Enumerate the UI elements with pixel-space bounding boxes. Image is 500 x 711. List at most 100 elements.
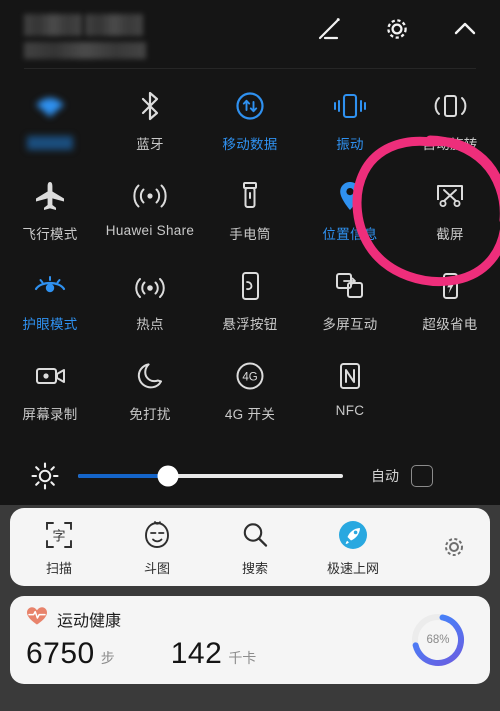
tile-nfc[interactable]: NFC: [300, 348, 400, 438]
brightness-slider[interactable]: [78, 465, 343, 487]
header-icon-group: [312, 12, 482, 46]
health-title: 运动健康: [57, 612, 122, 630]
shortcut-label: 极速上网: [326, 560, 379, 576]
tile-row: 护眼模式 热点 悬浮按钮 多屏互动 超级省电: [0, 258, 500, 348]
tile-row: 屏幕录制 免打扰 4G 4G 开关 NFC: [0, 348, 500, 438]
shortcut-label: 斗图: [143, 560, 170, 576]
scan-text-icon: 字: [44, 518, 74, 552]
health-ring-percent: 68%: [426, 634, 450, 646]
mobile-data-icon: [233, 86, 267, 126]
tile-floating-button[interactable]: 悬浮按钮: [200, 258, 300, 348]
tile-huawei-share[interactable]: Huawei Share: [100, 168, 200, 258]
shortcut-search[interactable]: 搜索: [206, 518, 304, 577]
tile-bluetooth[interactable]: 蓝牙: [100, 78, 200, 168]
tile-location[interactable]: 位置信息: [300, 168, 400, 258]
multi-screen-icon: [333, 266, 367, 306]
calories-unit: 千卡: [228, 650, 257, 666]
tile-label: 免打扰: [129, 407, 171, 422]
tile-screenshot[interactable]: 截屏: [400, 168, 500, 258]
health-card[interactable]: 运动健康 6750 步 142 千卡 68%: [10, 596, 490, 684]
fast-internet-rocket-icon: [337, 518, 369, 552]
wlan-icon: [32, 86, 68, 126]
panel-header: [0, 0, 500, 70]
tile-multi-screen[interactable]: 多屏互动: [300, 258, 400, 348]
settings-gear-icon[interactable]: [380, 12, 414, 46]
auto-rotate-icon: [430, 86, 470, 126]
tile-do-not-disturb[interactable]: 免打扰: [100, 348, 200, 438]
do-not-disturb-moon-icon: [134, 356, 166, 396]
svg-text:4G: 4G: [242, 372, 257, 384]
health-progress-ring: 68%: [408, 610, 468, 670]
edit-icon[interactable]: [312, 12, 346, 46]
tile-label: 护眼模式: [22, 317, 78, 332]
shortcuts-gear-icon[interactable]: [440, 533, 468, 561]
huawei-share-icon: [131, 176, 169, 216]
nfc-icon: [335, 356, 365, 396]
header-divider: [24, 68, 476, 69]
shortcut-label: 扫描: [45, 560, 72, 576]
meme-face-icon: [141, 518, 173, 552]
heartbeat-icon: [26, 606, 48, 631]
calories-value: 142: [170, 637, 223, 670]
four-g-toggle-icon: 4G: [233, 356, 267, 396]
floating-button-icon: [236, 266, 264, 306]
steps-value: 6750: [26, 637, 95, 670]
user-name-redacted: [24, 14, 82, 36]
vibrate-icon: [331, 86, 369, 126]
brightness-slider-thumb[interactable]: [157, 465, 179, 487]
tile-screen-record[interactable]: 屏幕录制: [0, 348, 100, 438]
shortcut-fast-internet[interactable]: 极速上网: [304, 518, 402, 577]
tile-label: 自动旋转: [422, 137, 478, 152]
tile-row: 飞行模式 Huawei Share 手电筒 位置信息 截屏: [0, 168, 500, 258]
tile-label: 位置信息: [322, 227, 378, 242]
tile-ultra-power-saving[interactable]: 超级省电: [400, 258, 500, 348]
location-pin-icon: [335, 176, 365, 216]
tile-label: 4G 开关: [224, 407, 276, 422]
user-name-redacted-2: [85, 14, 143, 36]
collapse-chevron-up-icon[interactable]: [448, 12, 482, 46]
brightness-slider-fill: [78, 474, 169, 478]
hotspot-icon: [133, 266, 167, 306]
search-magnifier-icon: [240, 518, 270, 552]
auto-brightness-label: 自动: [371, 468, 399, 484]
shortcuts-card: 字 扫描 斗图 搜索 极速上网: [10, 508, 490, 586]
tile-mobile-data[interactable]: 移动数据: [200, 78, 300, 168]
health-stats: 6750 步 142 千卡: [26, 637, 474, 671]
tile-4g-toggle[interactable]: 4G 4G 开关: [200, 348, 300, 438]
svg-text:字: 字: [52, 529, 65, 544]
tile-label: 移动数据: [222, 137, 278, 152]
tile-flashlight[interactable]: 手电筒: [200, 168, 300, 258]
tile-label: NFC: [335, 403, 365, 418]
flashlight-icon: [236, 176, 264, 216]
tile-label: 飞行模式: [22, 227, 78, 242]
tile-label: 手电筒: [229, 227, 271, 242]
tile-label: Huawei Share: [105, 223, 195, 238]
tile-hotspot[interactable]: 热点: [100, 258, 200, 348]
tile-label: 振动: [336, 137, 364, 152]
quick-settings-panel: WLAN 蓝牙: [0, 0, 500, 505]
tile-vibrate[interactable]: 振动: [300, 78, 400, 168]
brightness-sun-icon: [30, 462, 60, 490]
tile-row: WLAN 蓝牙: [0, 78, 500, 168]
tile-wlan[interactable]: WLAN: [0, 78, 100, 168]
tile-label: 多屏互动: [322, 317, 378, 332]
shortcut-meme[interactable]: 斗图: [108, 518, 206, 577]
tile-label: 超级省电: [422, 317, 478, 332]
auto-brightness-checkbox[interactable]: [411, 465, 433, 487]
shortcut-label: 搜索: [241, 560, 268, 576]
tile-auto-rotate[interactable]: 自动旋转: [400, 78, 500, 168]
tile-airplane-mode[interactable]: 飞行模式: [0, 168, 100, 258]
tile-label: 悬浮按钮: [222, 317, 278, 332]
tile-label: 蓝牙: [136, 137, 164, 152]
bluetooth-icon: [134, 86, 166, 126]
tile-label: 热点: [136, 317, 164, 332]
screen-record-icon: [33, 356, 67, 396]
tile-eye-comfort[interactable]: 护眼模式: [0, 258, 100, 348]
eye-comfort-icon: [32, 266, 68, 306]
user-subtitle-redacted: [24, 42, 146, 59]
tile-label: WLAN: [27, 136, 73, 150]
quick-settings-screen: WLAN 蓝牙: [0, 0, 500, 711]
airplane-mode-icon: [33, 176, 67, 216]
steps-unit: 步: [100, 650, 115, 666]
shortcut-scan[interactable]: 字 扫描: [10, 518, 108, 577]
